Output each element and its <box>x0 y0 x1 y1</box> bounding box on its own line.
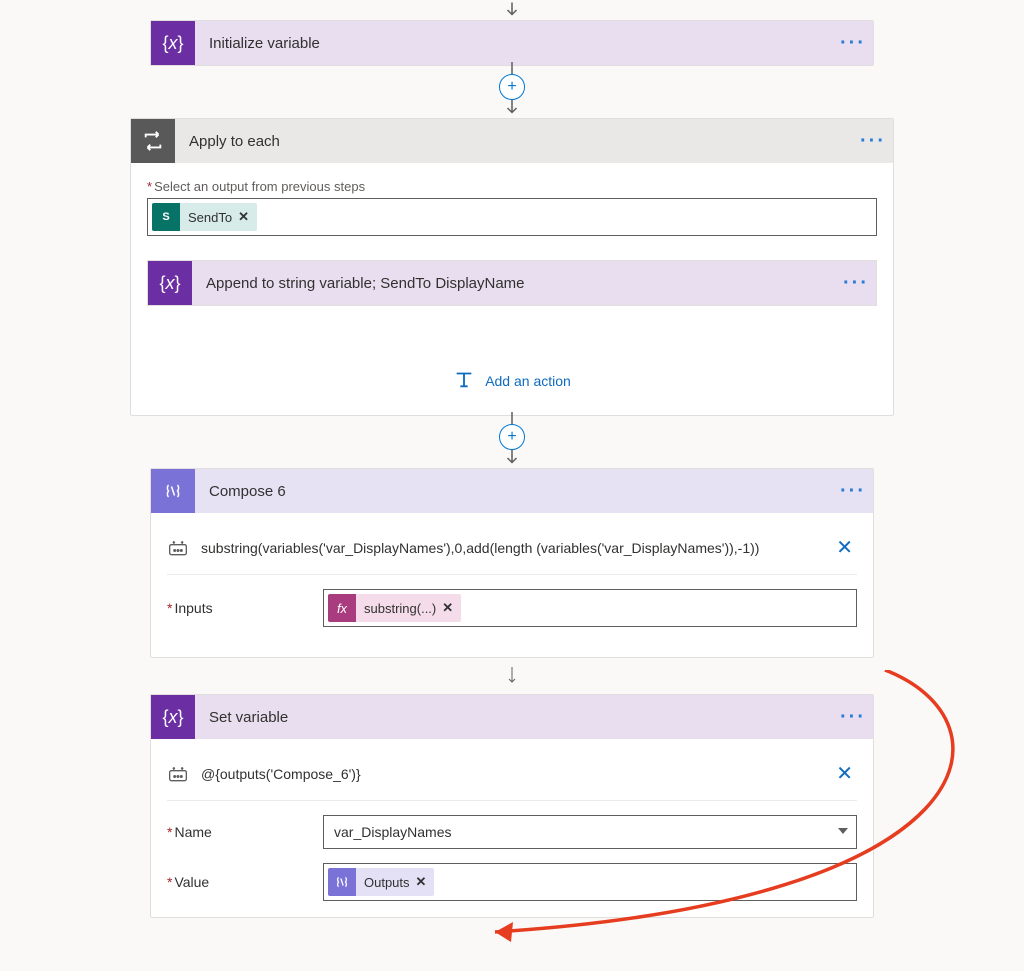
token-sendto[interactable]: S SendTo ✕ <box>152 203 257 231</box>
field-label: *Select an output from previous steps <box>147 179 877 194</box>
select-value: var_DisplayNames <box>334 824 451 840</box>
flow-arrow <box>502 448 522 468</box>
card-title: Compose 6 <box>195 483 833 500</box>
remove-token-button[interactable]: ✕ <box>442 600 453 616</box>
card-apply-to-each: Apply to each ··· *Select an output from… <box>130 118 894 416</box>
card-header[interactable]: {x} Initialize variable ··· <box>151 21 873 65</box>
card-title: Append to string variable; SendTo Displa… <box>192 275 836 292</box>
token-label: SendTo <box>188 210 232 225</box>
card-title: Initialize variable <box>195 35 833 52</box>
peek-code: @{outputs('Compose_6')} <box>201 766 820 782</box>
card-title: Set variable <box>195 709 833 726</box>
peek-icon <box>167 765 189 783</box>
name-select[interactable]: var_DisplayNames <box>323 815 857 849</box>
remove-token-button[interactable]: ✕ <box>416 874 427 890</box>
field-label: *Value <box>167 874 307 890</box>
compose-icon <box>328 868 356 896</box>
card-compose-6: Compose 6 ··· substring(variables('var_D… <box>150 468 874 658</box>
variable-icon: {x} <box>151 695 195 739</box>
field-label: *Name <box>167 824 307 840</box>
more-menu-button[interactable]: ··· <box>853 130 893 153</box>
compose-icon <box>151 469 195 513</box>
card-header[interactable]: Compose 6 ··· <box>151 469 873 513</box>
token-label: Outputs <box>364 875 410 890</box>
add-action-icon <box>453 368 475 393</box>
more-menu-button[interactable]: ··· <box>833 480 873 503</box>
more-menu-button[interactable]: ··· <box>833 706 873 729</box>
sharepoint-icon: S <box>152 203 180 231</box>
add-step-button[interactable]: + <box>499 424 525 450</box>
card-header[interactable]: {x} Append to string variable; SendTo Di… <box>148 261 876 305</box>
add-action-label: Add an action <box>485 373 571 389</box>
card-set-variable: {x} Set variable ··· @{outputs('Compose_… <box>150 694 874 918</box>
remove-token-button[interactable]: ✕ <box>238 209 249 225</box>
fx-icon: fx <box>328 594 356 622</box>
token-outputs[interactable]: Outputs ✕ <box>328 868 434 896</box>
variable-icon: {x} <box>148 261 192 305</box>
loop-icon <box>131 119 175 163</box>
card-append-string: {x} Append to string variable; SendTo Di… <box>147 260 877 306</box>
add-action-button[interactable]: Add an action <box>147 362 877 399</box>
peek-icon <box>167 539 189 557</box>
more-menu-button[interactable]: ··· <box>833 32 873 55</box>
flow-arrow <box>502 98 522 118</box>
token-expression[interactable]: fx substring(...) ✕ <box>328 594 461 622</box>
inputs-field[interactable]: fx substring(...) ✕ <box>323 589 857 627</box>
token-label: substring(...) <box>364 601 436 616</box>
field-label: *Inputs <box>167 600 307 616</box>
card-initialize-variable: {x} Initialize variable ··· <box>150 20 874 66</box>
more-menu-button[interactable]: ··· <box>836 272 876 295</box>
select-output-input[interactable]: S SendTo ✕ <box>147 198 877 236</box>
add-step-button[interactable]: + <box>499 74 525 100</box>
card-title: Apply to each <box>175 133 853 150</box>
value-input[interactable]: Outputs ✕ <box>323 863 857 901</box>
close-peek-button[interactable]: ✕ <box>832 761 857 786</box>
flow-arrow <box>502 658 522 694</box>
card-header[interactable]: Apply to each ··· <box>131 119 893 163</box>
card-header[interactable]: {x} Set variable ··· <box>151 695 873 739</box>
peek-code: substring(variables('var_DisplayNames'),… <box>201 540 820 556</box>
flow-arrow <box>502 0 522 20</box>
close-peek-button[interactable]: ✕ <box>832 535 857 560</box>
variable-icon: {x} <box>151 21 195 65</box>
